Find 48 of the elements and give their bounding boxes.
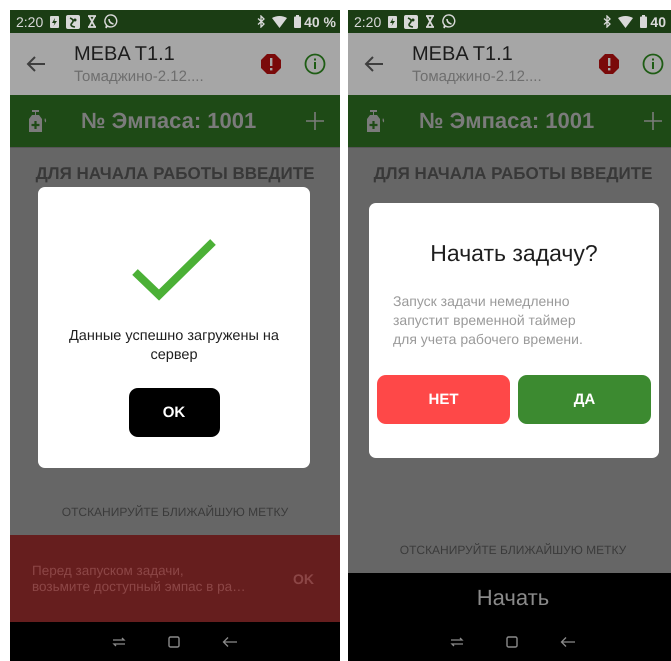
sanitizer-bottle-icon [28,109,48,133]
plus-icon [644,112,662,130]
dialog-button[interactable]: ДА [518,375,651,424]
screen-subtitle: Томаджино-2.12.... [412,68,543,85]
dialog-message: Данные успешно загружены на сервер [68,327,280,365]
dialog-button[interactable]: OK [128,388,220,437]
checkmark-icon [132,239,216,301]
status-time: 2:20 [354,14,382,30]
home-icon[interactable] [168,636,180,648]
pass-number: № Эмпаса: 1001 [419,108,596,134]
dialog-title: Начать задачу? [429,240,599,267]
wifi-icon [618,16,634,28]
dialog-button[interactable]: НЕТ [377,375,510,424]
phone-bubble-icon [104,14,120,29]
screen-title: MEBA T1.1 [74,43,176,66]
screen-subtitle: Томаджино-2.12.... [74,68,205,85]
recents-icon[interactable] [450,636,464,648]
sanitizer-bottle-icon [366,109,386,133]
back-arrow-icon[interactable] [26,56,46,72]
info-icon[interactable] [304,53,326,75]
battery-icon [640,15,648,28]
bluetooth-icon [257,15,266,28]
pass-number: № Эмпаса: 1001 [81,108,258,134]
back-arrow-icon[interactable] [364,56,384,72]
error-icon[interactable] [260,53,282,75]
app-icon [404,14,418,28]
back-icon[interactable] [222,636,238,648]
hourglass-icon [87,15,98,28]
charging-battery-icon [388,15,398,28]
app-icon [66,14,80,28]
error-icon[interactable] [598,53,620,75]
screen-title: MEBA T1.1 [412,43,514,66]
wifi-icon [272,16,288,28]
status-time: 2:20 [16,14,44,30]
home-icon[interactable] [506,636,518,648]
battery-percent: 40 % [304,14,336,30]
info-icon[interactable] [642,53,664,75]
recents-icon[interactable] [112,636,126,648]
battery-percent: 40 [650,14,666,30]
bluetooth-icon [603,15,612,28]
plus-icon [306,112,324,130]
dialog-message: Запуск задачи немедленно запустит временной таймер для учета рабочего времени. [393,292,584,349]
start-button[interactable]: Начать [348,573,671,622]
battery-icon [294,15,302,28]
charging-battery-icon [50,15,60,28]
phone-bubble-icon [442,14,458,29]
back-icon[interactable] [560,636,576,648]
hourglass-icon [425,15,436,28]
